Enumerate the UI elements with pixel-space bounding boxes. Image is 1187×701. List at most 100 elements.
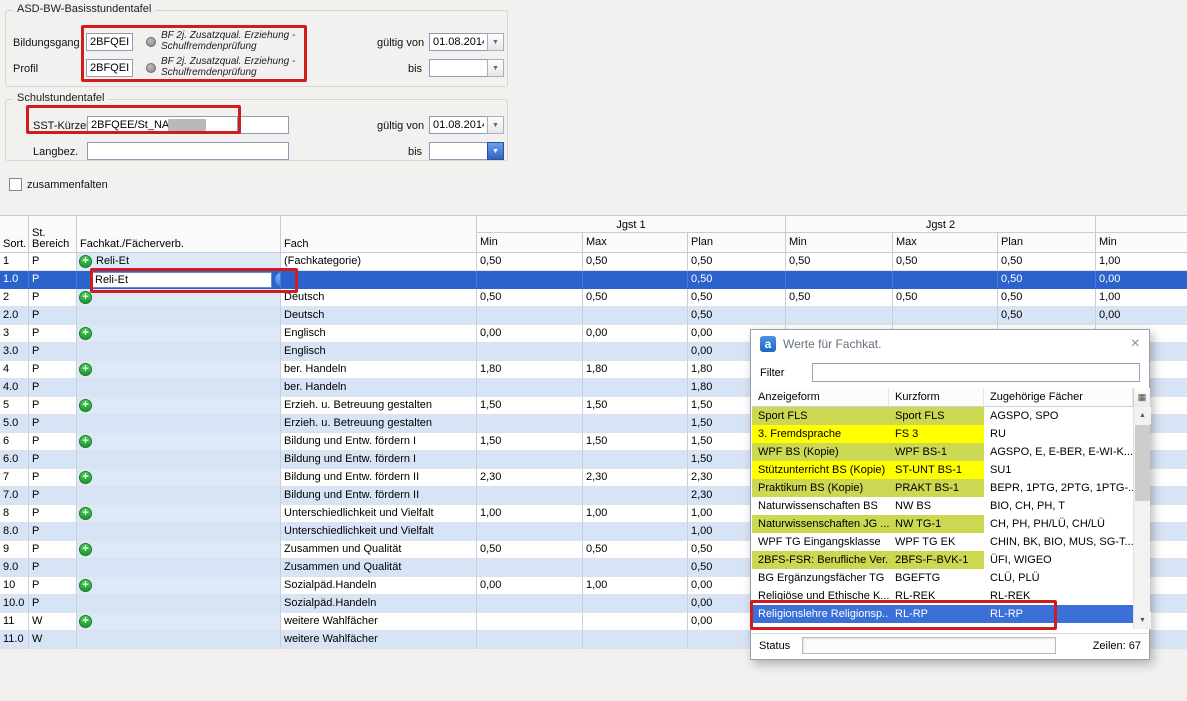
add-fachkat-icon[interactable]: + [79, 255, 92, 268]
dialog-list-row[interactable]: Naturwissenschaften BSNW BSBIO, CH, PH, … [752, 497, 1133, 515]
row-sort-cell: 7.0 [0, 487, 29, 505]
add-fachkat-icon[interactable]: + [79, 363, 92, 376]
header-min[interactable]: Min [477, 233, 583, 252]
row-fach-cell: Englisch [281, 325, 477, 343]
bis-input[interactable] [429, 59, 487, 77]
value-cell [893, 271, 998, 289]
value-cell [477, 271, 583, 289]
value-cell: 0,50 [688, 307, 786, 325]
header-fach[interactable]: Fach [281, 216, 477, 252]
value-cell: 0,00 [477, 577, 583, 595]
header-group-jgst3: Min [1096, 216, 1187, 252]
scrollbar-thumb[interactable] [1135, 425, 1150, 501]
header-zugehoerige-faecher[interactable]: Zugehörige Fächer [984, 388, 1133, 406]
value-cell: 0,00 [583, 325, 688, 343]
anzeigeform-cell: Religionslehre Religionsp... [752, 605, 889, 623]
dialog-list-row[interactable]: Religionslehre Religionsp...RL-RPRL-RP [752, 605, 1133, 623]
zusammenfalten-checkbox[interactable] [9, 178, 22, 191]
row-bereich-cell: P [29, 559, 77, 577]
row-bereich-cell: P [29, 271, 77, 289]
add-fachkat-icon[interactable]: + [79, 435, 92, 448]
value-cell [477, 523, 583, 541]
row-fach-cell: Bildung und Entw. fördern I [281, 433, 477, 451]
header-min[interactable]: Min [786, 233, 893, 252]
header-max[interactable]: Max [893, 233, 998, 252]
header-plan[interactable]: Plan [688, 233, 785, 252]
bis-combo: ▼ [429, 142, 504, 160]
add-fachkat-icon[interactable]: + [79, 507, 92, 520]
table-row[interactable]: 1P+Reli-Et(Fachkategorie)0,500,500,500,5… [0, 253, 1187, 271]
table-row[interactable]: 1.0Pi0,500,500,00 [0, 271, 1187, 289]
add-fachkat-icon[interactable]: + [79, 543, 92, 556]
dialog-list-row[interactable]: WPF BS (Kopie)WPF BS-1AGSPO, E, E-BER, E… [752, 443, 1133, 461]
header-group-jgst1: Jgst 1 Min Max Plan [477, 216, 786, 252]
langbez-input[interactable] [87, 142, 289, 160]
scroll-down-icon[interactable]: ▼ [1134, 612, 1151, 629]
dialog-list-row[interactable]: 2BFS-FSR: Berufliche Ver...2BFS-F-BVK-1Ü… [752, 551, 1133, 569]
bis-input[interactable] [429, 142, 487, 160]
scroll-up-icon[interactable]: ▲ [1134, 407, 1151, 424]
header-max[interactable]: Max [583, 233, 688, 252]
row-bereich-cell: P [29, 523, 77, 541]
zeilen-count: Zeilen: 67 [1063, 640, 1141, 652]
dropdown-icon[interactable]: ▼ [487, 116, 504, 134]
basis-legend: ASD-BW-Basisstundentafel [13, 3, 155, 15]
sst-kuerzel-input[interactable] [87, 116, 238, 134]
add-fachkat-icon[interactable]: + [79, 291, 92, 304]
value-cell [477, 487, 583, 505]
row-bereich-cell: W [29, 613, 77, 631]
sst-suffix-input[interactable] [240, 116, 289, 134]
add-fachkat-icon[interactable]: + [79, 579, 92, 592]
value-cell [477, 379, 583, 397]
column-chooser-icon[interactable]: ▦ [1133, 388, 1150, 407]
row-fachkat-cell [77, 487, 281, 505]
header-min[interactable]: Min [1096, 233, 1186, 252]
add-fachkat-icon[interactable]: + [79, 471, 92, 484]
fachkat-edit-input[interactable] [92, 272, 272, 288]
dialog-list-row[interactable]: Religiöse und Ethische K...RL-REKRL-REK [752, 587, 1133, 605]
header-sort[interactable]: Sort. [0, 216, 29, 252]
add-fachkat-icon[interactable]: + [79, 327, 92, 340]
header-kurzform[interactable]: Kurzform [889, 388, 984, 406]
dialog-list-row[interactable]: Sport FLSSport FLSAGSPO, SPO [752, 407, 1133, 425]
close-icon[interactable]: × [1131, 336, 1140, 352]
header-fachkat[interactable]: Fachkat./Fächerverb. [77, 216, 281, 252]
gueltig-von-input[interactable] [429, 116, 487, 134]
dialog-list-row[interactable]: BG Ergänzungsfächer TGBGEFTGCLÜ, PLÜ [752, 569, 1133, 587]
dialog-list-row[interactable]: WPF TG EingangsklasseWPF TG EKCHIN, BK, … [752, 533, 1133, 551]
row-fachkat-cell [77, 451, 281, 469]
dropdown-icon[interactable]: ▼ [487, 33, 504, 51]
profil-input[interactable] [86, 59, 133, 77]
schul-legend: Schulstundentafel [13, 92, 108, 104]
table-row[interactable]: 2.0PDeutsch0,500,500,00 [0, 307, 1187, 325]
status-label: Status [759, 640, 795, 652]
filter-input[interactable] [812, 363, 1140, 382]
row-fach-cell: weitere Wahlfächer [281, 613, 477, 631]
dropdown-icon[interactable]: ▼ [487, 142, 504, 160]
bildungsgang-input[interactable] [86, 33, 133, 51]
dialog-list-row[interactable]: Naturwissenschaften JG ...NW TG-1CH, PH,… [752, 515, 1133, 533]
table-header: Sort. St. Bereich Fachkat./Fächerverb. F… [0, 215, 1187, 253]
dialog-list-row[interactable]: Praktikum BS (Kopie)PRAKT BS-1BEPR, 1PTG… [752, 479, 1133, 497]
kurzform-cell: FS 3 [889, 425, 984, 443]
dialog-titlebar[interactable]: a Werte für Fachkat. × [751, 330, 1149, 358]
vertical-scrollbar[interactable]: ▲ ▼ [1133, 407, 1150, 629]
kurzform-cell: ST-UNT BS-1 [889, 461, 984, 479]
row-bereich-cell: P [29, 397, 77, 415]
value-cell [477, 613, 583, 631]
table-row[interactable]: 2P+Deutsch0,500,500,500,500,500,501,00 [0, 289, 1187, 307]
header-anzeigeform[interactable]: Anzeigeform [752, 388, 889, 406]
add-fachkat-icon[interactable]: + [79, 615, 92, 628]
dialog-list-row[interactable]: Stützunterricht BS (Kopie)ST-UNT BS-1SU1 [752, 461, 1133, 479]
header-bereich[interactable]: St. Bereich [29, 216, 77, 252]
value-cell: 0,50 [688, 271, 786, 289]
gueltig-von-input[interactable] [429, 33, 487, 51]
anzeigeform-cell: Praktikum BS (Kopie) [752, 479, 889, 497]
zugehoerige-faecher-cell: BIO, CH, PH, T [984, 497, 1133, 515]
filter-row: Filter [751, 363, 1149, 382]
header-plan[interactable]: Plan [998, 233, 1095, 252]
add-fachkat-icon[interactable]: + [79, 399, 92, 412]
dialog-list-row[interactable]: 3. FremdspracheFS 3RU [752, 425, 1133, 443]
dropdown-icon[interactable]: ▼ [487, 59, 504, 77]
value-cell: 0,50 [477, 541, 583, 559]
